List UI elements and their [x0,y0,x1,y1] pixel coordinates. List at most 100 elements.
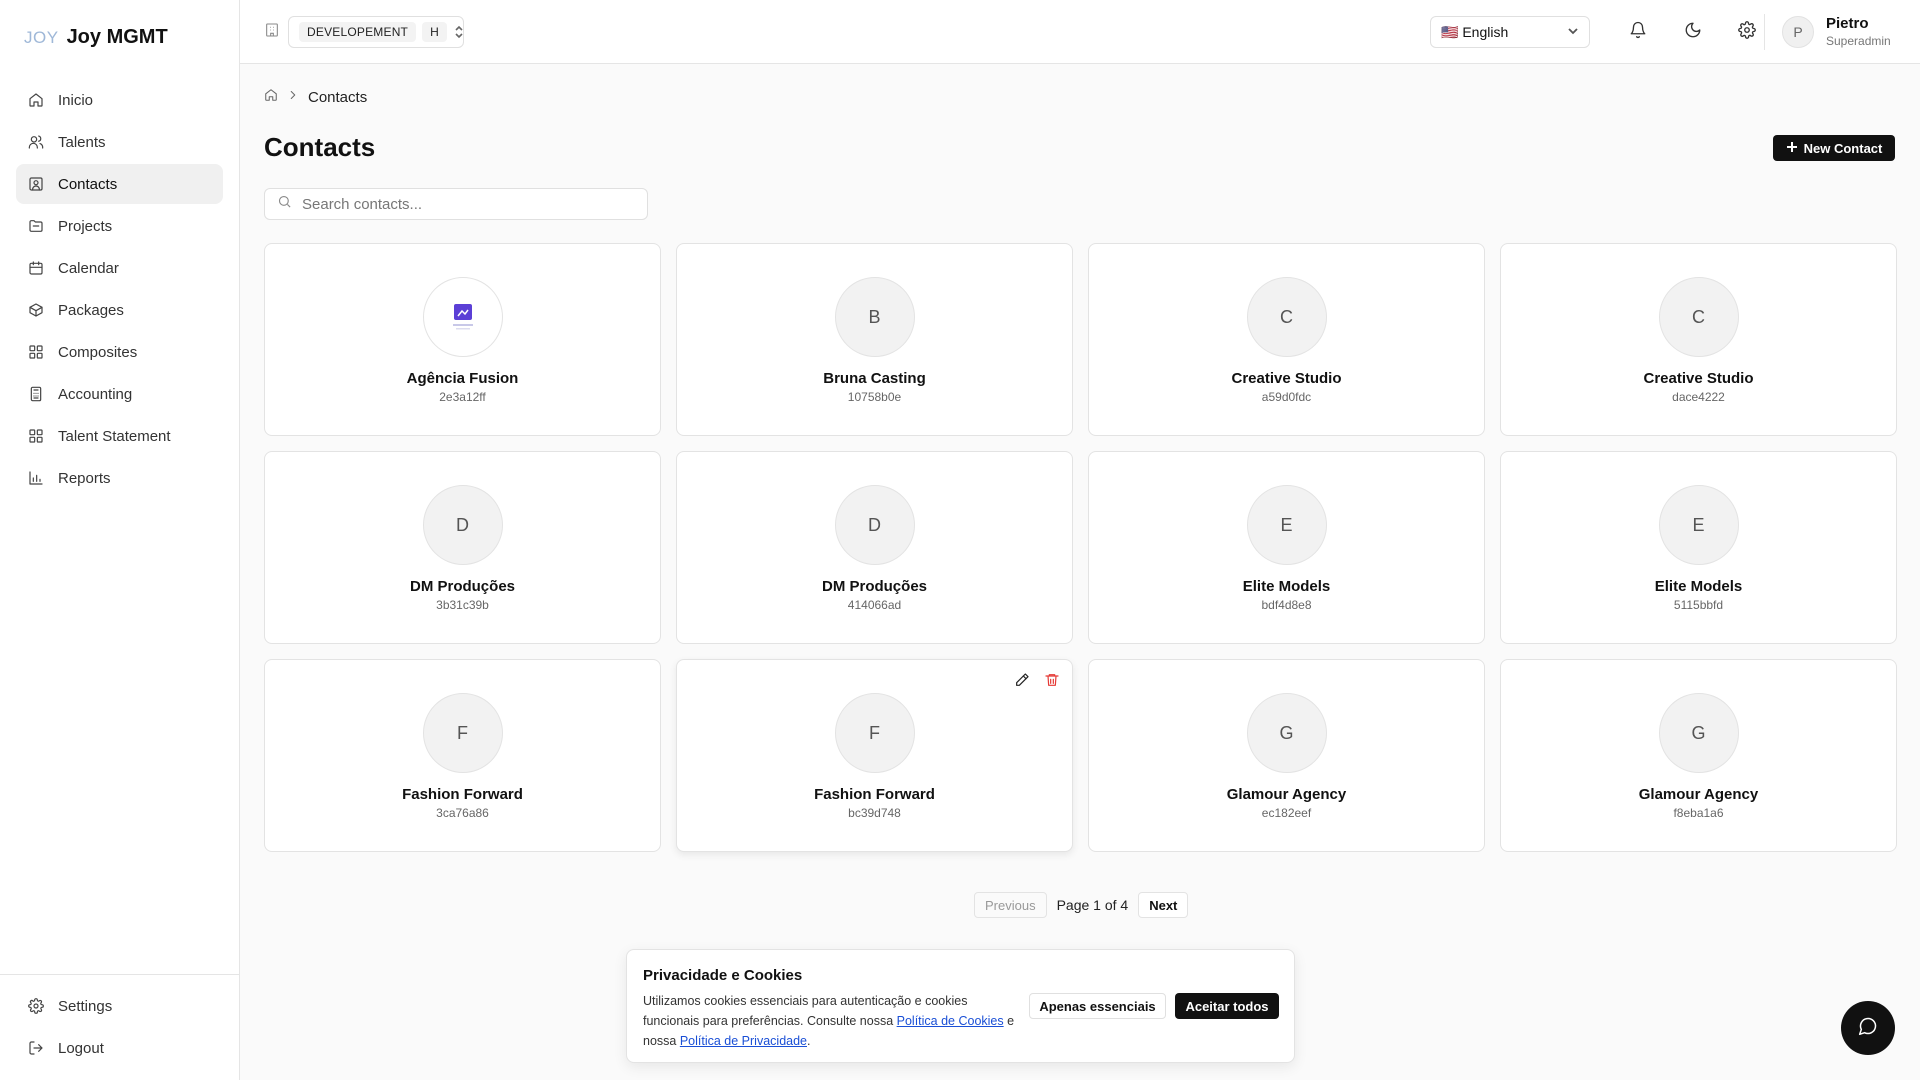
contact-card[interactable]: D DM Produções 414066ad [676,451,1073,644]
chat-bubble-icon [1858,1016,1878,1041]
search-input[interactable] [302,195,622,213]
sidebar-item-label: Accounting [58,385,133,403]
contact-card[interactable]: Agência Fusion 2e3a12ff [264,243,661,436]
chevron-down-icon [1567,24,1579,40]
home-icon[interactable] [264,88,278,106]
contact-card[interactable]: F Fashion Forward bc39d748 [676,659,1073,852]
contact-id: a59d0fdc [1261,390,1312,404]
sidebar-item-logout[interactable]: Logout [16,1028,224,1068]
environment-select[interactable]: DEVELOPEMENT H [288,16,464,48]
breadcrumb-current: Contacts [308,88,368,106]
sidebar-item-inicio[interactable]: Inicio [16,80,223,120]
contact-card[interactable]: B Bruna Casting 10758b0e [676,243,1073,436]
calculator-icon [28,386,44,402]
sidebar-item-label: Composites [58,343,138,361]
page-title: Contacts [264,132,376,162]
contact-name: Creative Studio [1643,370,1754,387]
chevron-right-icon [286,88,300,106]
building-icon [264,22,282,40]
contact-id: bc39d748 [848,806,901,820]
search-box [264,188,648,220]
sidebar-item-contacts[interactable]: Contacts [16,164,223,204]
contact-id: ec182eef [1261,806,1312,820]
moon-icon [1684,21,1702,44]
grid-icon [28,428,44,444]
folder-icon [28,218,44,234]
sidebar-item-label: Logout [58,1039,104,1057]
package-icon [28,302,44,318]
user-menu[interactable]: Pietro Superadmin [1826,15,1891,48]
brand[interactable]: JOY Joy MGMT [24,26,168,49]
contact-id: dace4222 [1672,390,1725,404]
sidebar-item-composites[interactable]: Composites [16,332,223,372]
contact-name: Elite Models [1654,578,1743,595]
contact-avatar: G [1658,693,1739,773]
contact-avatar: F [834,693,915,773]
contact-name: Fashion Forward [402,786,523,803]
sidebar-item-label: Talents [58,133,106,151]
contact-avatar: D [422,485,503,565]
home-icon [28,92,44,108]
contact-card[interactable]: E Elite Models 5115bbfd [1500,451,1897,644]
notifications-button[interactable] [1622,16,1654,48]
user-avatar[interactable]: P [1782,16,1814,48]
plus-icon [1786,141,1798,156]
contact-card[interactable]: G Glamour Agency ec182eef [1088,659,1485,852]
contact-name: DM Produções [409,578,515,595]
contact-id: 5115bbfd [1673,598,1724,612]
environment-label: DEVELOPEMENT [299,22,417,42]
chat-button[interactable] [1841,1001,1895,1055]
page-status: Page 1 of 4 [1056,897,1129,913]
contact-card[interactable]: D DM Produções 3b31c39b [264,451,661,644]
contact-name: Agência Fusion [406,370,519,387]
contact-name: Elite Models [1242,578,1331,595]
next-page-button[interactable]: Next [1138,892,1189,918]
contact-id: 2e3a12ff [439,390,486,404]
contact-id: 3ca76a86 [436,806,489,820]
sidebar-item-label: Packages [58,301,124,319]
top-header: DEVELOPEMENT H 🇺🇸 English P Pietro Super… [240,0,1920,64]
cookie-text: Utilizamos cookies essenciais para auten… [643,991,1023,1051]
language-select[interactable]: 🇺🇸 English [1430,16,1590,48]
sidebar-item-label: Projects [58,217,113,235]
sidebar-item-accounting[interactable]: Accounting [16,374,223,414]
privacy-policy-link[interactable]: Política de Privacidade [680,1034,807,1048]
edit-pencil-icon[interactable] [1014,672,1030,693]
new-contact-label: New Contact [1803,140,1883,156]
settings-button[interactable] [1731,16,1763,48]
user-name: Pietro [1826,15,1869,32]
contacts-grid: Agência Fusion 2e3a12ff B Bruna Casting 1075… [264,243,1897,852]
sidebar-bottom: Settings Logout [0,974,240,1080]
contact-card[interactable]: F Fashion Forward 3ca76a86 [264,659,661,852]
contact-name: Glamour Agency [1638,786,1759,803]
contact-card[interactable]: C Creative Studio dace4222 [1500,243,1897,436]
sidebar: JOY Joy MGMT Inicio Talents Contacts Projec… [0,0,240,1080]
theme-toggle-button[interactable] [1677,16,1709,48]
contact-card[interactable]: G Glamour Agency f8eba1a6 [1500,659,1897,852]
sidebar-item-packages[interactable]: Packages [16,290,223,330]
contact-avatar: C [1658,277,1739,357]
sidebar-item-projects[interactable]: Projects [16,206,223,246]
contact-avatar: F [422,693,503,773]
accept-all-cookies-button[interactable]: Aceitar todos [1175,993,1279,1019]
sidebar-item-reports[interactable]: Reports [16,458,223,498]
sidebar-item-calendar[interactable]: Calendar [16,248,223,288]
new-contact-button[interactable]: New Contact [1773,135,1895,161]
sidebar-item-talents[interactable]: Talents [16,122,223,162]
contact-card[interactable]: E Elite Models bdf4d8e8 [1088,451,1485,644]
sidebar-item-label: Reports [58,469,111,487]
sidebar-item-settings[interactable]: Settings [16,986,224,1026]
contact-card[interactable]: C Creative Studio a59d0fdc [1088,243,1485,436]
calendar-icon [28,260,44,276]
contact-id: 10758b0e [847,390,902,404]
contact-id: 3b31c39b [436,598,489,612]
essential-cookies-button[interactable]: Apenas essenciais [1029,993,1166,1019]
logout-icon [28,1040,44,1056]
contact-avatar: C [1246,277,1327,357]
brand-logo: JOY [24,27,59,47]
trash-icon[interactable] [1044,672,1060,693]
previous-page-button[interactable]: Previous [974,892,1047,918]
cookie-policy-link[interactable]: Política de Cookies [897,1014,1004,1028]
language-value: 🇺🇸 English [1441,23,1509,40]
sidebar-item-talent-statement[interactable]: Talent Statement [16,416,223,456]
